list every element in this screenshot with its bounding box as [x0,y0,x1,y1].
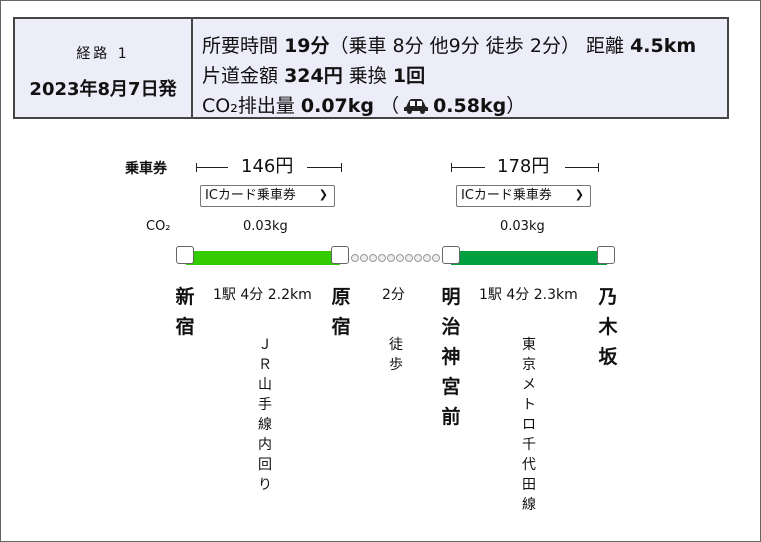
co2-value: 0.07kg [300,95,375,117]
route-number: 経路 1 [76,46,130,62]
total-time: 19分 [284,35,330,57]
distance-label: 距離 [586,35,625,57]
walk-dot [360,254,368,262]
transfer-label: 乗換 [348,65,387,87]
chevron-down-icon: ❯ [318,188,328,201]
segment-fare: 146円 [241,156,294,177]
line-name-chiyoda[interactable]: 東京メトロ千代田線 [521,335,537,515]
distance: 4.5km [630,35,697,57]
line-name-walk: 徒歩 [389,337,403,373]
ticket-title: 乗車券 [125,161,167,177]
station-nogizaka[interactable]: 乃木坂 [597,282,619,372]
time-label: 所要時間 [202,35,279,57]
line-bar-chiyoda [451,251,607,265]
total-fare: 324円 [284,65,343,87]
station-harajuku[interactable]: 原宿 [330,282,352,342]
segment-fare: 178円 [497,156,550,177]
walk-dot [387,254,395,262]
fare-range-end [341,163,342,172]
station-shinjuku[interactable]: 新宿 [174,282,196,342]
co2-line: CO₂排出量 0.07kg （ 0.58kg） [202,91,525,119]
transfer-count: 1回 [392,65,426,87]
station-node [331,246,349,264]
fare-transfer-line: 片道金額 324円 乗換 1回 [202,61,425,88]
walk-dot [396,254,404,262]
station-node [597,246,615,264]
fare-range-end [598,163,599,172]
segment-info: 2分 [382,287,405,303]
station-meiji-jingumae[interactable]: 明治神宮前 [440,282,462,432]
time-detail: （乗車 8分 他9分 徒歩 2分） [329,35,580,57]
walk-dot [351,254,359,262]
walk-dot [378,254,386,262]
chevron-down-icon: ❯ [574,188,584,201]
car-co2-value: 0.58kg [433,95,507,117]
fare-range-line [565,167,598,168]
walk-dot [369,254,377,262]
segment-info: 1駅 4分 2.3km [479,287,578,303]
route-summary: 経路 1 2023年8月7日発 所要時間 19分（乗車 8分 他9分 徒歩 2分… [13,17,729,119]
ticket-type-value: ICカード乗車券 [205,188,296,203]
walk-dot [432,254,440,262]
fare-range-line [307,167,341,168]
car-icon [403,97,429,119]
station-node [176,246,194,264]
departure-date: 2023年8月7日発 [29,79,177,100]
co2-label: CO₂排出量 [202,95,295,117]
walk-dot [423,254,431,262]
station-node [442,246,460,264]
time-distance-line: 所要時間 19分（乗車 8分 他9分 徒歩 2分） 距離 4.5km [202,31,696,58]
ticket-type-value: ICカード乗車券 [461,188,552,203]
fare-label: 片道金額 [202,65,279,87]
line-name-jr-yamanote[interactable]: ＪＲ山手線内回り [257,335,273,495]
segment-co2: 0.03kg [243,219,288,234]
fare-range-line [196,167,228,168]
segment-info: 1駅 4分 2.2km [213,287,312,303]
walk-dot [405,254,413,262]
fare-range-line [451,167,485,168]
walk-dot [414,254,422,262]
route-header-cell: 経路 1 2023年8月7日発 [15,19,193,117]
ticket-type-select[interactable]: ICカード乗車券 ❯ [456,185,591,207]
ticket-type-select[interactable]: ICカード乗車券 ❯ [200,185,335,207]
line-bar-jr-yamanote [186,251,340,265]
co2-row-label: CO₂ [146,219,171,234]
car-co2-open: （ [380,95,400,117]
car-co2-close: ） [506,95,526,117]
segment-co2: 0.03kg [500,219,545,234]
